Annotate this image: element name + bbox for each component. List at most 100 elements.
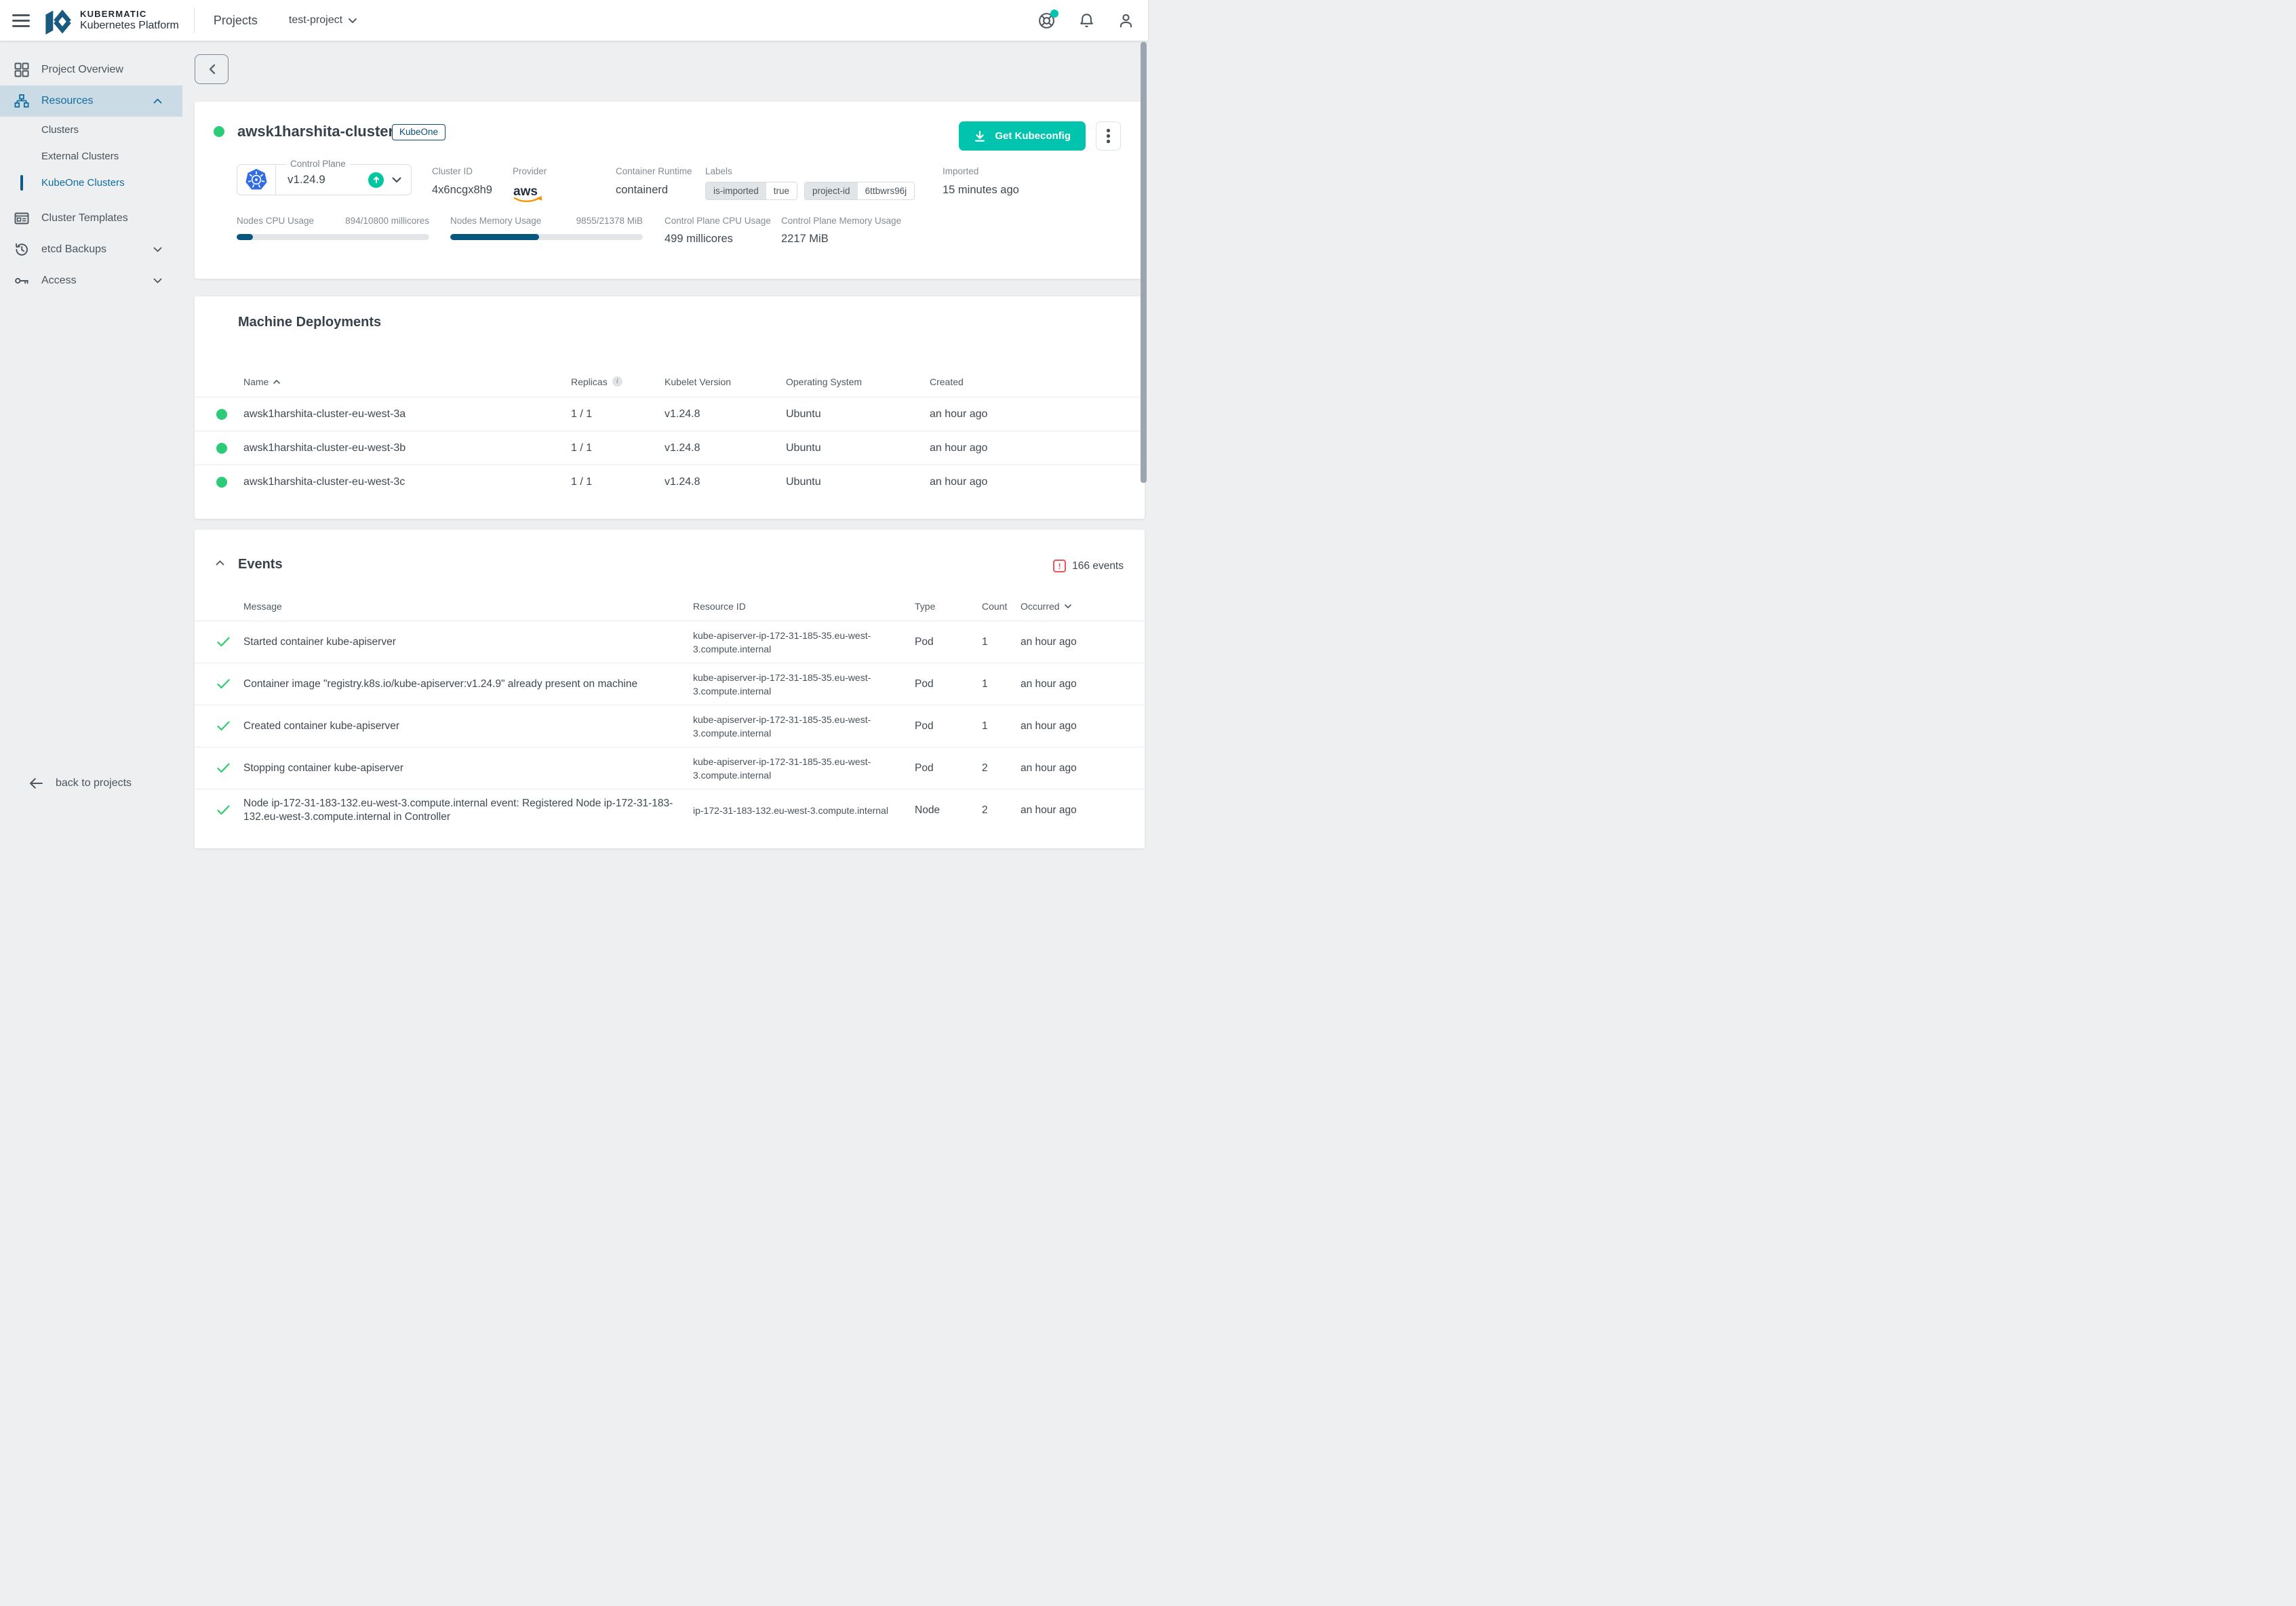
md-kubelet: v1.24.8	[665, 476, 786, 488]
md-replicas: 1 / 1	[571, 442, 665, 454]
event-row[interactable]: Container image "registry.k8s.io/kube-ap…	[195, 663, 1145, 705]
provider-field: Provider aws	[513, 166, 547, 203]
sidebar-item-project-overview[interactable]: Project Overview	[0, 54, 182, 85]
hamburger-menu-icon[interactable]	[12, 14, 30, 27]
project-selector-value: test-project	[289, 14, 342, 26]
nodes-memory-usage: Nodes Memory Usage 9855/21378 MiB	[450, 216, 643, 240]
event-count: 2	[982, 762, 1021, 775]
sidebar-item-cluster-templates[interactable]: Cluster Templates	[0, 203, 182, 234]
table-header-row: Message Resource ID Type Count Occurred	[195, 591, 1145, 621]
upgrade-available-icon[interactable]	[368, 172, 384, 188]
event-resource-id: kube-apiserver-ip-172-31-185-35.eu-west-…	[693, 755, 915, 782]
notification-dot	[1050, 9, 1058, 18]
control-plane-memory-usage: Control Plane Memory Usage 2217 MiB	[781, 216, 901, 246]
column-header-message: Message	[243, 601, 693, 612]
chevron-left-icon	[208, 64, 216, 75]
column-header-resource-id: Resource ID	[693, 601, 915, 612]
nodes-memory-usage-value: 9855/21378 MiB	[576, 216, 643, 226]
chevron-down-icon	[349, 18, 357, 23]
status-ok-dot	[216, 443, 227, 454]
nav-projects[interactable]: Projects	[214, 14, 258, 28]
grid-icon	[14, 62, 30, 77]
machine-deployment-row[interactable]: awsk1harshita-cluster-eu-west-3b 1 / 1 v…	[195, 431, 1145, 465]
label-chip-key: is-imported	[706, 182, 766, 199]
label-chip: is-imported true	[705, 182, 797, 200]
collapse-events-icon[interactable]	[216, 560, 224, 566]
alert-icon: !	[1053, 560, 1066, 572]
sidebar-item-access[interactable]: Access	[0, 265, 182, 296]
nodes-cpu-usage-label: Nodes CPU Usage	[237, 216, 314, 226]
chevron-down-icon	[153, 278, 162, 283]
kubermatic-logo[interactable]: KUBERMATIC Kubernetes Platform	[45, 5, 179, 36]
md-created: an hour ago	[930, 408, 1145, 420]
cluster-id-label: Cluster ID	[432, 166, 492, 176]
labels-field: Labels is-imported true project-id 6ttbw…	[705, 166, 915, 200]
event-resource-id: kube-apiserver-ip-172-31-185-35.eu-west-…	[693, 629, 915, 656]
sidebar-item-label: etcd Backups	[41, 243, 106, 256]
template-card-icon	[14, 211, 30, 226]
vertical-scrollbar[interactable]	[1141, 42, 1147, 483]
control-plane-version: v1.24.9	[288, 173, 325, 187]
user-icon	[1117, 12, 1134, 29]
nodes-cpu-usage: Nodes CPU Usage 894/10800 millicores	[237, 216, 429, 240]
machine-deployments-table: Name Replicas i Kubelet Version Operatin…	[195, 366, 1145, 498]
back-to-projects-label: back to projects	[56, 777, 132, 789]
md-os: Ubuntu	[786, 476, 930, 488]
history-clock-icon	[14, 242, 30, 257]
notifications-button[interactable]	[1078, 12, 1095, 29]
events-count-badge: ! 166 events	[1053, 560, 1124, 572]
event-resource-id: kube-apiserver-ip-172-31-185-35.eu-west-…	[693, 671, 915, 698]
check-icon	[217, 679, 243, 689]
sidebar-item-kubeone-clusters[interactable]: KubeOne Clusters	[0, 170, 182, 196]
info-icon[interactable]: i	[612, 376, 622, 387]
sidebar-item-label: KubeOne Clusters	[41, 177, 125, 189]
back-button[interactable]	[195, 54, 229, 84]
sidebar-item-etcd-backups[interactable]: etcd Backups	[0, 234, 182, 265]
column-header-occurred[interactable]: Occurred	[1021, 601, 1145, 612]
check-icon	[217, 805, 243, 815]
event-count: 1	[982, 720, 1021, 732]
get-kubeconfig-label: Get Kubeconfig	[995, 130, 1071, 142]
column-header-name[interactable]: Name	[243, 376, 571, 387]
divider	[194, 7, 195, 33]
imported-value: 15 minutes ago	[943, 184, 1019, 197]
machine-deployment-row[interactable]: awsk1harshita-cluster-eu-west-3a 1 / 1 v…	[195, 397, 1145, 431]
brand-subtitle: Kubernetes Platform	[80, 20, 179, 32]
sidebar-item-clusters[interactable]: Clusters	[0, 117, 182, 143]
label-chip-value: true	[766, 182, 797, 199]
event-row[interactable]: Started container kube-apiserver kube-ap…	[195, 621, 1145, 663]
sidebar-item-external-clusters[interactable]: External Clusters	[0, 143, 182, 170]
container-runtime-label: Container Runtime	[616, 166, 692, 176]
project-selector[interactable]: test-project	[289, 14, 357, 26]
chevron-down-icon	[392, 177, 401, 183]
main-content: awsk1harshita-cluster KubeOne Get Kubeco…	[182, 41, 1148, 803]
sort-asc-icon	[273, 380, 280, 384]
label-chip: project-id 6ttbwrs96j	[804, 182, 915, 200]
event-type: Node	[915, 804, 982, 817]
sidebar-item-resources[interactable]: Resources	[0, 85, 182, 117]
cluster-id-value: 4x6ncgx8h9	[432, 184, 492, 197]
help-button[interactable]	[1037, 12, 1056, 30]
get-kubeconfig-button[interactable]: Get Kubeconfig	[959, 121, 1086, 151]
sidebar: Project Overview Resources Clusters Exte…	[0, 41, 182, 803]
nodes-cpu-usage-value: 894/10800 millicores	[345, 216, 429, 226]
sidebar-item-label: Cluster Templates	[41, 212, 128, 224]
md-name: awsk1harshita-cluster-eu-west-3c	[243, 476, 571, 488]
control-plane-version-picker[interactable]: Control Plane v1.24.9	[237, 164, 412, 195]
event-message: Created container kube-apiserver	[243, 720, 693, 733]
nodes-memory-usage-label: Nodes Memory Usage	[450, 216, 541, 226]
label-chip-key: project-id	[805, 182, 858, 199]
events-count-label: 166 events	[1072, 560, 1124, 572]
account-button[interactable]	[1117, 12, 1134, 29]
event-count: 1	[982, 636, 1021, 648]
active-indicator	[20, 175, 23, 191]
imported-label: Imported	[943, 166, 1019, 176]
back-to-projects-link[interactable]: back to projects	[28, 776, 132, 791]
machine-deployment-row[interactable]: awsk1harshita-cluster-eu-west-3c 1 / 1 v…	[195, 465, 1145, 498]
event-row[interactable]: Stopping container kube-apiserver kube-a…	[195, 747, 1145, 789]
cluster-more-menu-button[interactable]	[1096, 121, 1121, 151]
provider-label: Provider	[513, 166, 547, 176]
sidebar-item-label: Clusters	[41, 124, 79, 136]
event-row[interactable]: Created container kube-apiserver kube-ap…	[195, 705, 1145, 747]
event-row[interactable]: Node ip-172-31-183-132.eu-west-3.compute…	[195, 789, 1145, 831]
